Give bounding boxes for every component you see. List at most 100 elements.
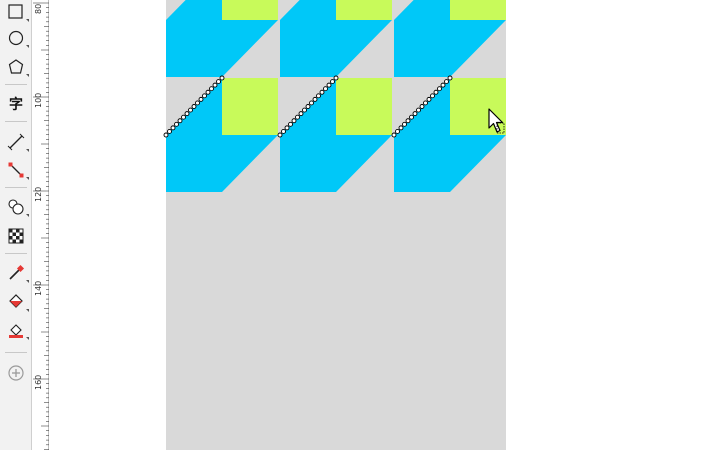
green-square[interactable] [336, 0, 392, 20]
node-handle[interactable] [291, 118, 297, 124]
flyout-arrow-icon [26, 280, 29, 283]
node-handle[interactable] [195, 100, 200, 106]
node-handle[interactable] [309, 100, 314, 106]
node-handle[interactable] [219, 75, 225, 81]
toolbox-separator [5, 352, 27, 353]
toolbox-separator [5, 84, 27, 85]
node-handle[interactable] [191, 104, 197, 109]
node-handle[interactable] [405, 118, 411, 124]
connector-icon [8, 162, 24, 178]
node-handle[interactable] [184, 111, 190, 117]
node-handle[interactable] [202, 93, 207, 99]
smart-fill-tool[interactable] [2, 318, 30, 342]
dimension-line-icon [7, 133, 25, 151]
node-handle[interactable] [177, 118, 183, 124]
drawing-canvas[interactable] [49, 0, 720, 450]
flyout-arrow-icon [26, 337, 29, 340]
toolbox-separator [5, 253, 27, 254]
node-handle[interactable] [216, 79, 221, 85]
transparency-tool[interactable] [2, 224, 30, 248]
node-handle[interactable] [163, 132, 169, 138]
polygon-icon [8, 59, 24, 74]
node-handle[interactable] [423, 100, 428, 106]
toolbox-separator [5, 187, 27, 188]
node-handle[interactable] [412, 111, 418, 117]
polygon-tool[interactable] [2, 55, 30, 79]
node-handle[interactable] [312, 96, 318, 102]
node-handle[interactable] [277, 132, 283, 138]
toolbox: 字 [0, 0, 32, 450]
node-handle[interactable] [295, 114, 300, 120]
pattern-artwork[interactable] [49, 0, 720, 450]
rectangle-tool[interactable] [2, 0, 30, 24]
rectangle-icon [8, 4, 23, 19]
ellipse-tool[interactable] [2, 26, 30, 50]
node-handle[interactable] [433, 89, 439, 95]
node-handle[interactable] [174, 121, 179, 127]
text-tool[interactable]: 字 [2, 92, 30, 116]
node-handle[interactable] [437, 86, 442, 92]
node-handle[interactable] [209, 86, 214, 92]
node-handle[interactable] [447, 75, 453, 81]
ruler-label: 120 [34, 186, 43, 202]
add-tool[interactable] [2, 361, 30, 385]
flyout-arrow-icon [26, 177, 29, 180]
node-handle[interactable] [305, 104, 311, 109]
node-handle[interactable] [167, 128, 172, 134]
node-handle[interactable] [444, 79, 449, 85]
ruler-label: 100 [34, 92, 43, 108]
node-handle[interactable] [188, 107, 193, 113]
connector-tool[interactable] [2, 158, 30, 182]
node-handle[interactable] [402, 121, 407, 127]
flyout-arrow-icon [26, 19, 29, 22]
node-handle[interactable] [416, 107, 421, 113]
node-handle[interactable] [281, 128, 286, 134]
node-handle[interactable] [440, 82, 446, 88]
eyedropper-tool[interactable] [2, 261, 30, 285]
node-handle[interactable] [391, 132, 397, 138]
ellipse-icon [8, 30, 24, 46]
eyedropper-icon [9, 264, 25, 280]
node-handle[interactable] [288, 121, 293, 127]
node-handle[interactable] [395, 128, 400, 134]
flyout-arrow-icon [26, 45, 29, 48]
green-square[interactable] [336, 78, 392, 135]
flyout-arrow-icon [26, 74, 29, 77]
node-handle[interactable] [205, 89, 211, 95]
node-handle[interactable] [409, 114, 414, 120]
toolbox-separator [5, 121, 27, 122]
ruler-label: 160 [34, 374, 43, 390]
ruler-label: 140 [34, 280, 43, 296]
node-handle[interactable] [181, 114, 186, 120]
green-square[interactable] [222, 78, 278, 135]
node-handle[interactable] [212, 82, 218, 88]
interactive-fill-tool[interactable] [2, 290, 30, 314]
node-handle[interactable] [333, 75, 339, 81]
blend-tool[interactable] [2, 195, 30, 219]
node-handle[interactable] [170, 125, 176, 131]
text-icon: 字 [9, 97, 23, 113]
node-handle[interactable] [323, 86, 328, 92]
node-handle[interactable] [419, 104, 425, 109]
node-handle[interactable] [198, 96, 204, 102]
node-handle[interactable] [330, 79, 335, 85]
flyout-arrow-icon [26, 309, 29, 312]
flyout-arrow-icon [26, 214, 29, 217]
blend-icon [8, 199, 24, 215]
node-handle[interactable] [426, 96, 432, 102]
node-handle[interactable] [398, 125, 404, 131]
green-square[interactable] [222, 0, 278, 20]
node-handle[interactable] [316, 93, 321, 99]
node-handle[interactable] [284, 125, 290, 131]
node-handle[interactable] [302, 107, 307, 113]
flyout-arrow-icon [26, 149, 29, 152]
green-square[interactable] [450, 0, 506, 20]
fill-bucket-icon [9, 294, 23, 308]
vertical-ruler[interactable]: 80 100 120 140 160 [32, 0, 49, 450]
parallel-dimension-tool[interactable] [2, 130, 30, 154]
node-handle[interactable] [430, 93, 435, 99]
node-handle[interactable] [298, 111, 304, 117]
pattern-tiles[interactable] [166, 0, 506, 192]
node-handle[interactable] [326, 82, 332, 88]
node-handle[interactable] [319, 89, 325, 95]
